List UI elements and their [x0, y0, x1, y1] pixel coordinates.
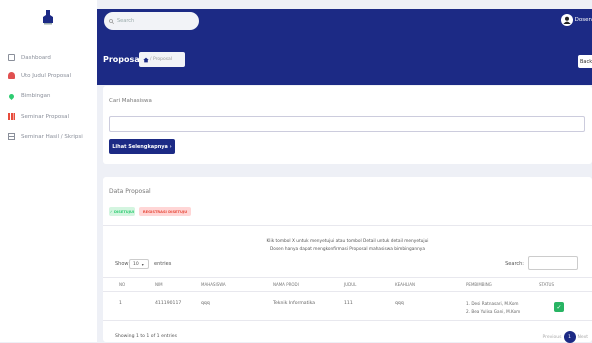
instruction-note-1: Klik tombol X untuk menyetujui atau tomb… [266, 239, 429, 244]
user-menu[interactable]: Dosen [560, 14, 592, 26]
show-label: Show [115, 261, 129, 267]
col-mahasiswa[interactable]: MAHASISWA [201, 282, 226, 287]
sidebar-item-seminar-hasil[interactable]: Seminar Hasil / Skripsi [8, 133, 83, 140]
search-icon [109, 18, 114, 24]
check-icon: ✓ [556, 303, 562, 311]
cell-prodi: Teknik Informatika [273, 301, 316, 306]
card-title: Data Proposal [109, 188, 151, 195]
search-input[interactable]: Search [104, 12, 199, 30]
flask-icon [8, 72, 15, 79]
back-button[interactable]: Back [578, 55, 592, 68]
col-keahlian[interactable]: KEAHLIAN [395, 282, 415, 287]
sidebar-item-seminar-proposal[interactable]: Seminar Proposal [8, 113, 69, 120]
col-status[interactable]: STATUS [539, 282, 554, 287]
previous-button[interactable]: Previous [542, 335, 561, 340]
sidebar: Dashboard Uto Judul Proposal Bimbingan S… [0, 0, 97, 342]
search-card: Cari Mahasiswa Lihat Selengkapnya › [103, 86, 592, 164]
proposal-data-card: Data Proposal ✓ DISETUJUI REGISTRASI DIS… [103, 177, 592, 343]
cell-pembimbing-1: 1. Desi Ratnasari, M.Kom [466, 301, 519, 306]
cell-nim: 411190117 [155, 301, 182, 306]
see-more-button[interactable]: Lihat Selengkapnya › [109, 139, 175, 154]
col-pembimbing[interactable]: PEMBIMBING [466, 282, 492, 287]
table-search-label: Search: [505, 261, 524, 267]
student-search-field[interactable] [109, 116, 585, 132]
col-nim[interactable]: NIM [155, 282, 163, 287]
header-bottom-border [103, 291, 592, 292]
sidebar-item-dashboard[interactable]: Dashboard [8, 54, 51, 61]
table-icon [8, 133, 15, 140]
page-title: Proposal [103, 55, 143, 64]
sidebar-item-bimbingan[interactable]: Bimbingan [7, 92, 51, 100]
cell-judul: 111 [344, 301, 353, 306]
cell-mahasiswa: qqq [201, 301, 210, 306]
cell-no: 1 [119, 301, 122, 306]
entries-label: entries [154, 261, 172, 267]
page-1-button[interactable]: 1 [563, 331, 576, 343]
table-search-input[interactable] [528, 256, 578, 270]
col-judul[interactable]: JUDUL [344, 282, 356, 287]
user-icon [563, 16, 571, 24]
bar-chart-icon [8, 113, 15, 120]
registration-badge[interactable]: REGISTRASI DISETUJU [139, 207, 191, 216]
showing-info: Showing 1 to 1 of 1 entries [115, 334, 177, 339]
topbar: Search Dosen [97, 9, 592, 40]
cell-pembimbing-2: 2. Bea Yulisa Gani, M.Kom [466, 309, 521, 314]
instruction-note-2: Dosen hanya dapat mengkonfirmasi Proposa… [270, 247, 425, 252]
row-bottom-border [103, 320, 592, 321]
divider [103, 225, 592, 226]
location-pin-icon [7, 92, 16, 100]
chevron-down-icon: ▾ [141, 261, 144, 267]
approved-badge[interactable]: ✓ DISETUJUI [109, 207, 135, 216]
table-top-border [103, 277, 592, 278]
entries-select[interactable]: 10 ▾ [129, 259, 149, 269]
monitor-icon [8, 54, 15, 61]
next-button[interactable]: Next [578, 335, 588, 340]
col-no[interactable]: NO [119, 282, 125, 287]
breadcrumb[interactable]: / Proposal [139, 52, 185, 67]
sidebar-item-uji-judul[interactable]: Uto Judul Proposal [8, 72, 71, 79]
user-name: Dosen [574, 17, 592, 23]
status-check-button[interactable]: ✓ [554, 302, 564, 312]
cell-keahlian: qqq [395, 301, 404, 306]
search-student-label: Cari Mahasiswa [109, 98, 152, 104]
page-header: Proposal / Proposal Back [97, 40, 592, 85]
home-icon [143, 57, 149, 62]
col-prodi[interactable]: NAMA PRODI [273, 282, 299, 287]
avatar [560, 14, 573, 26]
pagination: Previous 1 Next [542, 331, 588, 343]
logo-icon [43, 10, 53, 25]
